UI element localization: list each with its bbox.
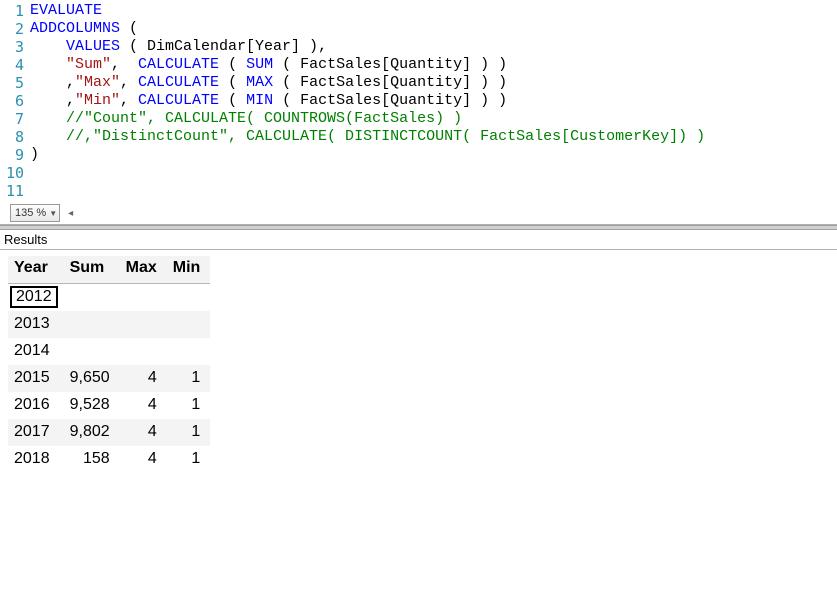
code-line[interactable]: 9) <box>0 146 837 164</box>
results-pane-label: Results <box>0 230 837 250</box>
cell-min[interactable]: 1 <box>167 365 211 392</box>
cell-max[interactable]: 4 <box>120 419 167 446</box>
line-number: 4 <box>0 56 30 74</box>
cell-max[interactable]: 4 <box>120 446 167 473</box>
cell-min[interactable]: 1 <box>167 419 211 446</box>
code-content[interactable]: EVALUATE <box>30 2 102 20</box>
cell-min[interactable] <box>167 338 211 365</box>
code-line[interactable]: 4 "Sum", CALCULATE ( SUM ( FactSales[Qua… <box>0 56 837 74</box>
table-row[interactable]: 201815841 <box>8 446 210 473</box>
line-number: 11 <box>0 182 30 200</box>
table-row[interactable]: 20179,80241 <box>8 419 210 446</box>
cell-sum[interactable]: 9,528 <box>64 392 120 419</box>
code-line[interactable]: 8 //,"DistinctCount", CALCULATE( DISTINC… <box>0 128 837 146</box>
code-content[interactable]: "Sum", CALCULATE ( SUM ( FactSales[Quant… <box>30 56 507 74</box>
cell-max[interactable]: 4 <box>120 365 167 392</box>
line-number: 5 <box>0 74 30 92</box>
table-row[interactable]: 2014 <box>8 338 210 365</box>
cell-year[interactable]: 2012 <box>8 284 64 312</box>
code-content[interactable]: ADDCOLUMNS ( <box>30 20 138 38</box>
table-row[interactable]: 20169,52841 <box>8 392 210 419</box>
cell-sum[interactable]: 9,802 <box>64 419 120 446</box>
column-header[interactable]: Year <box>8 256 64 284</box>
code-content[interactable]: //"Count", CALCULATE( COUNTROWS(FactSale… <box>30 110 462 128</box>
table-row[interactable]: 2013 <box>8 311 210 338</box>
cell-year[interactable]: 2018 <box>8 446 64 473</box>
cell-min[interactable]: 1 <box>167 392 211 419</box>
chevron-down-icon: ▼ <box>49 209 57 218</box>
cell-max[interactable] <box>120 338 167 365</box>
zoom-bar: 135 % ▼ ◂ <box>0 200 837 225</box>
column-header[interactable]: Sum <box>64 256 120 284</box>
code-line[interactable]: 7 //"Count", CALCULATE( COUNTROWS(FactSa… <box>0 110 837 128</box>
code-line[interactable]: 6 ,"Min", CALCULATE ( MIN ( FactSales[Qu… <box>0 92 837 110</box>
zoom-dropdown[interactable]: 135 % ▼ <box>10 204 60 222</box>
column-header[interactable]: Min <box>167 256 211 284</box>
cell-year[interactable]: 2014 <box>8 338 64 365</box>
code-line[interactable]: 1EVALUATE <box>0 2 837 20</box>
line-number: 6 <box>0 92 30 110</box>
cell-year[interactable]: 2016 <box>8 392 64 419</box>
code-content[interactable]: ,"Max", CALCULATE ( MAX ( FactSales[Quan… <box>30 74 507 92</box>
cell-max[interactable]: 4 <box>120 392 167 419</box>
cell-max[interactable] <box>120 311 167 338</box>
cell-min[interactable] <box>167 284 211 312</box>
cell-year[interactable]: 2017 <box>8 419 64 446</box>
cell-max[interactable] <box>120 284 167 312</box>
zoom-level: 135 % <box>15 207 46 219</box>
code-content[interactable]: ,"Min", CALCULATE ( MIN ( FactSales[Quan… <box>30 92 507 110</box>
table-row[interactable]: 20159,65041 <box>8 365 210 392</box>
column-header[interactable]: Max <box>120 256 167 284</box>
code-line[interactable]: 3 VALUES ( DimCalendar[Year] ), <box>0 38 837 56</box>
cell-sum[interactable] <box>64 338 120 365</box>
table-header-row: YearSumMaxMin <box>8 256 210 284</box>
code-line[interactable]: 10 <box>0 164 837 182</box>
code-content[interactable]: VALUES ( DimCalendar[Year] ), <box>30 38 327 56</box>
line-number: 7 <box>0 110 30 128</box>
cell-sum[interactable] <box>64 284 120 312</box>
cell-year[interactable]: 2015 <box>8 365 64 392</box>
code-content[interactable]: ) <box>30 146 39 164</box>
table-row[interactable]: 2012 <box>8 284 210 312</box>
line-number: 3 <box>0 38 30 56</box>
line-number: 2 <box>0 20 30 38</box>
cell-year[interactable]: 2013 <box>8 311 64 338</box>
code-line[interactable]: 5 ,"Max", CALCULATE ( MAX ( FactSales[Qu… <box>0 74 837 92</box>
results-grid[interactable]: YearSumMaxMin20122013201420159,650412016… <box>0 250 837 473</box>
line-number: 10 <box>0 164 30 182</box>
code-line[interactable]: 11 <box>0 182 837 200</box>
line-number: 1 <box>0 2 30 20</box>
line-number: 8 <box>0 128 30 146</box>
line-number: 9 <box>0 146 30 164</box>
cell-sum[interactable]: 9,650 <box>64 365 120 392</box>
code-editor[interactable]: 1EVALUATE2ADDCOLUMNS (3 VALUES ( DimCale… <box>0 0 837 200</box>
cell-min[interactable]: 1 <box>167 446 211 473</box>
code-line[interactable]: 2ADDCOLUMNS ( <box>0 20 837 38</box>
cell-sum[interactable] <box>64 311 120 338</box>
cell-sum[interactable]: 158 <box>64 446 120 473</box>
cell-min[interactable] <box>167 311 211 338</box>
code-content[interactable]: //,"DistinctCount", CALCULATE( DISTINCTC… <box>30 128 705 146</box>
scroll-left-icon[interactable]: ◂ <box>68 208 73 219</box>
